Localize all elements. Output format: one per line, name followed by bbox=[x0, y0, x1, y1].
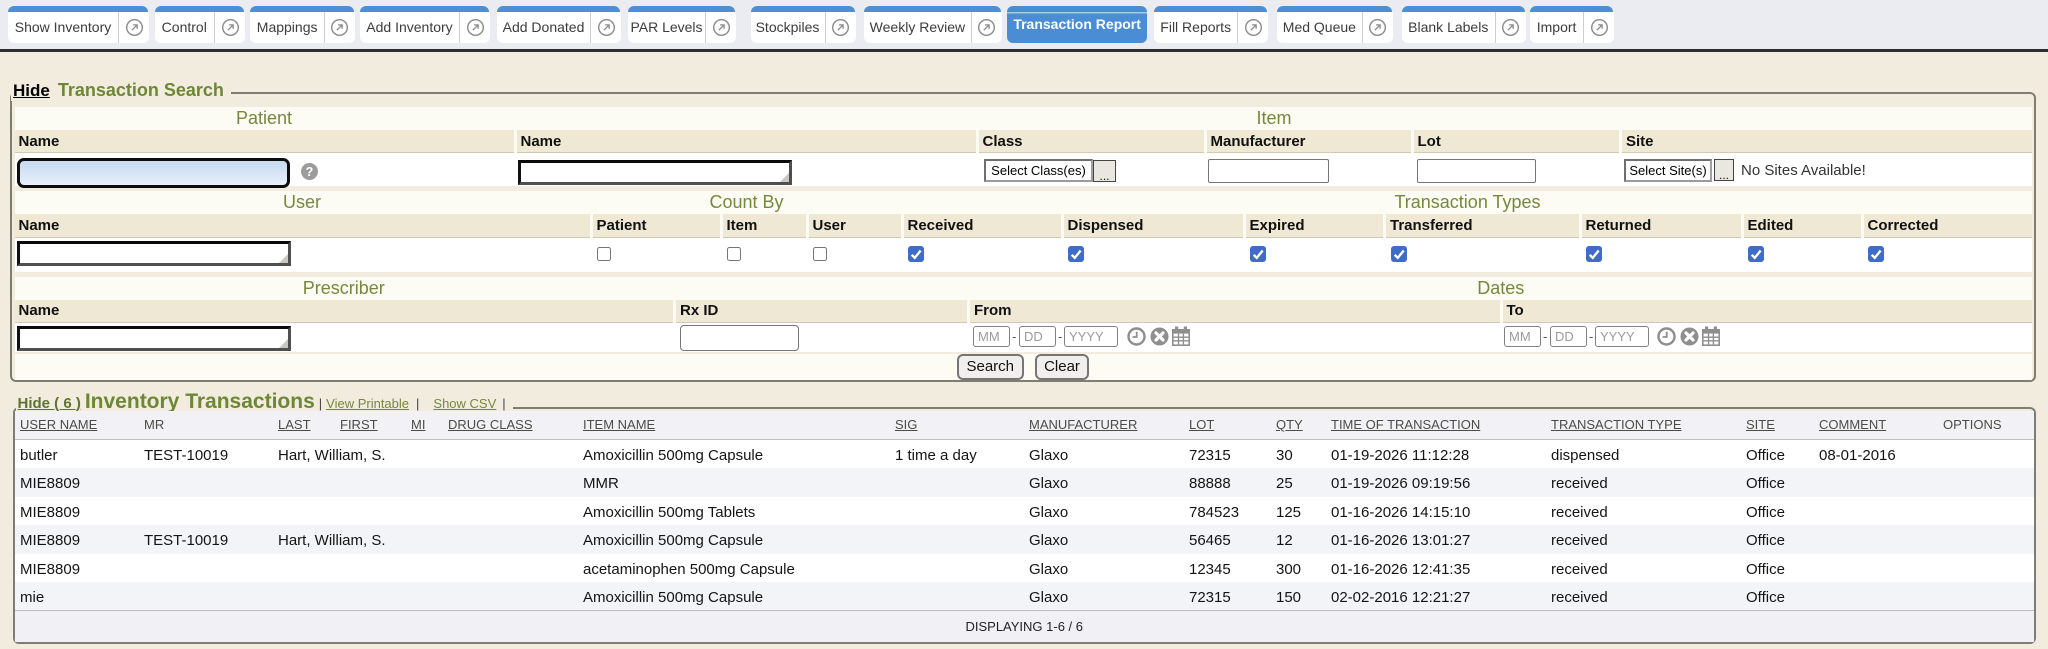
svg-text:?: ? bbox=[306, 165, 314, 179]
